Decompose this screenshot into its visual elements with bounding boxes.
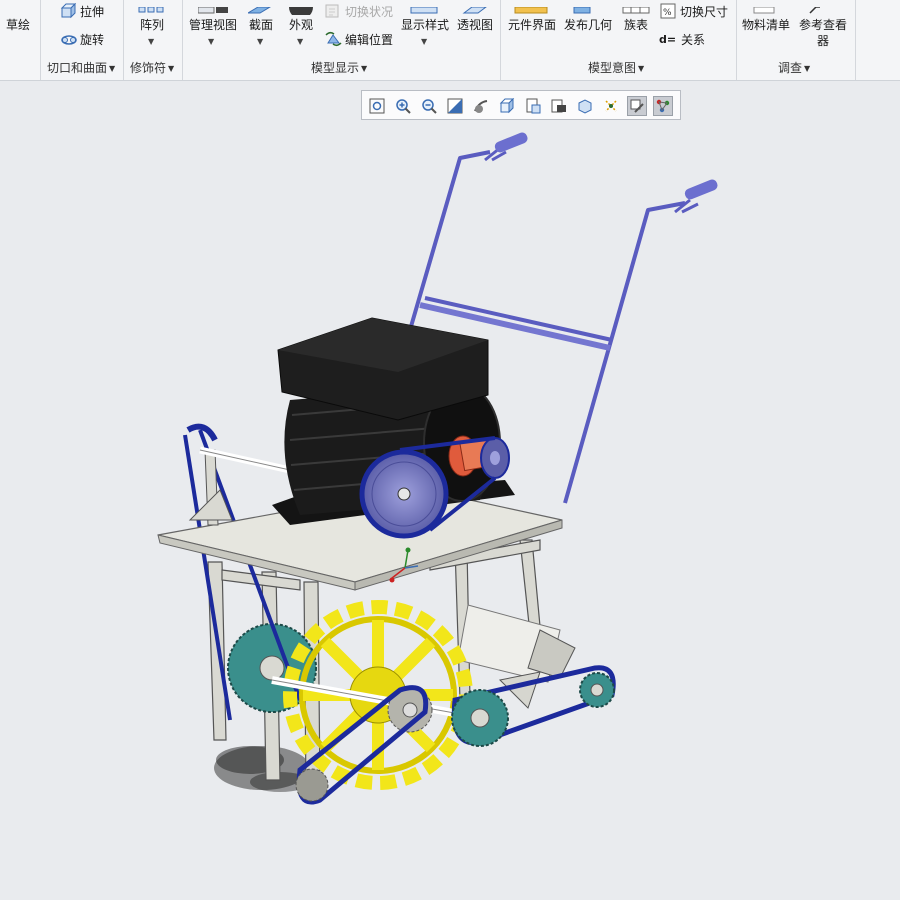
chevron-down-icon[interactable]: ▼ [208, 38, 214, 46]
chevron-down-icon[interactable]: ▼ [148, 38, 154, 46]
extrude-button[interactable]: 拉伸 [80, 5, 104, 19]
family-table-icon[interactable] [622, 0, 650, 19]
soil-debris [214, 746, 310, 792]
manage-views-button[interactable]: 管理视图 [189, 18, 237, 32]
model-viewport[interactable] [0, 81, 900, 900]
toggle-status-icon [325, 3, 341, 23]
chevron-down-icon: ▼ [109, 64, 116, 73]
group-model-display-label: 模型显示 [311, 61, 360, 75]
group-model-intent[interactable]: 模型意图 ▼ [588, 61, 644, 77]
section-button[interactable]: 截面 [249, 18, 273, 32]
family-table-label: 族表 [624, 18, 649, 32]
group-cut-surface-label: 切口和曲面 [47, 61, 108, 75]
bearing-bracket [186, 423, 233, 526]
pattern-button[interactable]: 阵列 [140, 18, 164, 32]
handle-grip-left[interactable] [493, 131, 529, 154]
chevron-down-icon: ▼ [168, 64, 175, 73]
relations-prefix: d= [659, 33, 677, 46]
reference-viewer-label: 参考查看 [799, 18, 848, 32]
group-model-intent-label: 模型意图 [588, 61, 637, 75]
sketch-button[interactable]: 草绘 [6, 18, 30, 32]
extrude-icon[interactable] [60, 2, 77, 23]
bom-icon[interactable] [752, 0, 776, 19]
ribbon-separator [123, 0, 124, 80]
toggle-status-label: 切换状况 [345, 5, 394, 19]
switch-dimensions-label: 切换尺寸 [680, 5, 729, 19]
display-style-label: 显示样式 [401, 18, 450, 32]
perspective-button[interactable]: 透视图 [457, 18, 493, 32]
relations-label: 关系 [681, 33, 706, 47]
edit-position-label: 编辑位置 [345, 33, 394, 47]
ribbon: 草绘 拉伸 旋转 切口和曲面 ▼ 阵列 ▼ 修饰符 ▼ 管理视图 ▼ 截面 ▼ 外观… [0, 0, 900, 81]
driven-pulley [359, 449, 449, 539]
perspective-icon[interactable] [462, 0, 488, 19]
component-interface-icon[interactable] [514, 0, 548, 19]
reference-viewer-label-2: 器 [817, 34, 830, 48]
bom-label: 物料清单 [742, 18, 791, 32]
manage-views-label: 管理视图 [189, 18, 238, 32]
component-interface-label: 元件界面 [508, 18, 557, 32]
chevron-down-icon: ▼ [804, 64, 811, 73]
toggle-status-button[interactable]: 切换状况 [345, 5, 393, 19]
sketch-label: 草绘 [6, 18, 31, 32]
manage-views-icon[interactable] [197, 0, 230, 19]
component-interface-button[interactable]: 元件界面 [508, 18, 556, 32]
sprocket-right-large [451, 689, 509, 747]
group-investigate[interactable]: 调查 ▼ [778, 61, 810, 77]
relations-button[interactable]: 关系 [681, 33, 705, 47]
ribbon-separator [40, 0, 41, 80]
revolve-button[interactable]: 旋转 [80, 33, 104, 47]
revolve-icon[interactable] [60, 31, 78, 51]
family-table-button[interactable]: 族表 [624, 18, 648, 32]
svg-text:%: % [663, 8, 672, 18]
group-modifiers[interactable]: 修饰符 ▼ [130, 61, 174, 77]
group-modifiers-label: 修饰符 [130, 61, 167, 75]
switch-dimensions-icon[interactable]: % [660, 3, 676, 23]
bom-button[interactable]: 物料清单 [742, 18, 790, 32]
extrude-label: 拉伸 [80, 5, 105, 19]
publish-geometry-icon[interactable] [572, 0, 594, 19]
ribbon-separator [182, 0, 183, 80]
chevron-down-icon: ▼ [361, 64, 368, 73]
edit-position-icon[interactable] [325, 31, 343, 51]
group-cut-surface[interactable]: 切口和曲面 ▼ [47, 61, 115, 77]
reference-viewer-icon[interactable] [808, 0, 824, 19]
publish-geometry-button[interactable]: 发布几何 [564, 18, 612, 32]
display-style-icon[interactable] [410, 0, 438, 19]
revolve-label: 旋转 [80, 33, 105, 47]
ribbon-separator [736, 0, 737, 80]
publish-geometry-label: 发布几何 [564, 18, 613, 32]
reference-viewer-button[interactable]: 参考查看 [799, 18, 847, 32]
display-style-button[interactable]: 显示样式 [401, 18, 449, 32]
section-label: 截面 [249, 18, 274, 32]
relations-icon[interactable]: d= [659, 33, 676, 47]
sprocket-right-small [579, 672, 615, 708]
appearance-label: 外观 [289, 18, 314, 32]
pattern-label: 阵列 [140, 18, 165, 32]
motor-pulley [480, 437, 510, 479]
switch-dimensions-button[interactable]: 切换尺寸 [680, 5, 728, 19]
appearance-button[interactable]: 外观 [289, 18, 313, 32]
section-icon[interactable] [246, 0, 272, 19]
chevron-down-icon: ▼ [638, 64, 645, 73]
reference-viewer-label-line2: 器 [817, 34, 829, 48]
ribbon-separator [500, 0, 501, 80]
group-investigate-label: 调查 [778, 61, 803, 75]
chevron-down-icon[interactable]: ▼ [257, 38, 263, 46]
chevron-down-icon[interactable]: ▼ [297, 38, 303, 46]
perspective-label: 透视图 [457, 18, 494, 32]
pattern-icon[interactable] [137, 0, 167, 19]
edit-position-button[interactable]: 编辑位置 [345, 33, 393, 47]
chevron-down-icon[interactable]: ▼ [421, 38, 427, 46]
idler-sprocket-bottom [295, 768, 329, 802]
handle-grip-right[interactable] [683, 178, 719, 201]
group-model-display[interactable]: 模型显示 ▼ [311, 61, 367, 77]
appearance-icon[interactable] [287, 0, 315, 19]
ribbon-separator [855, 0, 856, 80]
